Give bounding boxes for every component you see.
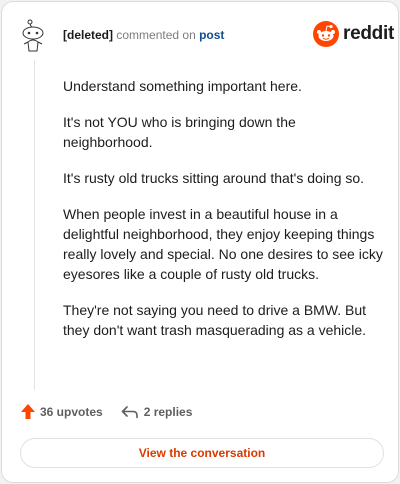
comment-footer: 36 upvotes 2 replies: [20, 403, 192, 420]
thread-line: [34, 60, 35, 390]
reddit-wordmark: reddit: [343, 23, 394, 44]
comment-card: [deleted] commented on post reddit Under…: [1, 1, 399, 483]
comment-paragraph: When people invest in a beautiful house …: [63, 206, 383, 282]
comment-paragraph: They're not saying you need to drive a B…: [63, 302, 367, 338]
comment-header: [deleted] commented on post: [63, 28, 224, 42]
comment-author[interactable]: [deleted]: [63, 28, 113, 42]
commented-text: commented on: [116, 28, 196, 42]
comment-paragraph: Understand something important here.: [63, 78, 302, 94]
reddit-logo[interactable]: reddit: [313, 21, 394, 47]
replies-count: 2 replies: [143, 404, 193, 419]
reply-arrow-icon: [121, 405, 138, 418]
upvote-button[interactable]: 36 upvotes: [20, 403, 103, 420]
post-link[interactable]: post: [199, 28, 224, 42]
upvote-arrow-icon: [21, 404, 35, 419]
view-conversation-button[interactable]: View the conversation: [20, 438, 384, 468]
reddit-logo-icon: [313, 21, 339, 47]
comment-paragraph: It's rusty old trucks sitting around tha…: [63, 170, 365, 186]
replies-button[interactable]: 2 replies: [121, 404, 193, 419]
snoo-avatar-icon: [22, 19, 44, 52]
upvote-count: 36 upvotes: [40, 404, 103, 419]
comment-paragraph: It's not YOU who is bringing down the ne…: [63, 114, 296, 150]
comment-body: Understand something important here. It'…: [63, 76, 383, 356]
